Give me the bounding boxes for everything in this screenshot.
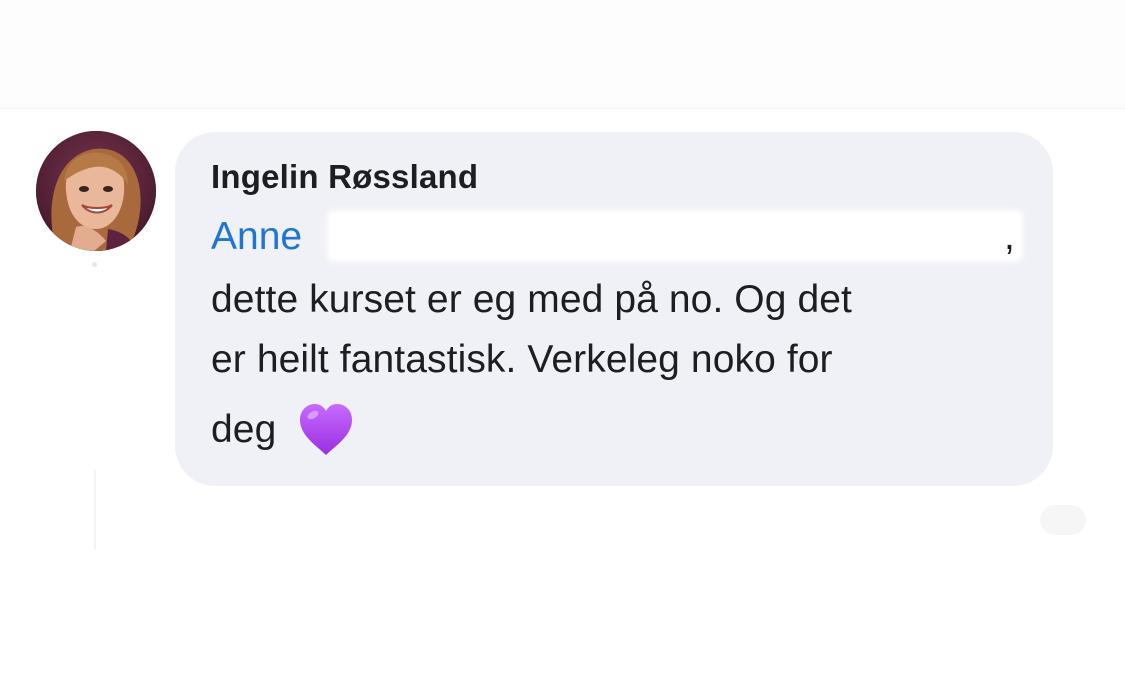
comment-text-line: deg: [211, 408, 277, 451]
reaction-icon-faded: [1040, 505, 1086, 535]
mention-comma: ,: [1004, 215, 1015, 258]
comment-text-line: er heilt fantastisk. Verkeleg noko for: [211, 338, 833, 381]
comment-author[interactable]: Ingelin Røssland: [211, 158, 478, 196]
redacted-area: [330, 213, 1020, 259]
previous-comment-area: [0, 0, 1125, 109]
thread-line: [94, 470, 96, 550]
avatar-image: [36, 131, 156, 251]
comment-screen: Ingelin Røssland Anne , dette kurset er …: [0, 0, 1125, 675]
mention-link[interactable]: Anne: [211, 215, 302, 259]
purple-heart-icon: [296, 400, 356, 460]
thread-dot: [92, 262, 97, 267]
avatar[interactable]: [36, 131, 156, 251]
comment-text-line: dette kurset er eg med på no. Og det: [211, 278, 852, 321]
